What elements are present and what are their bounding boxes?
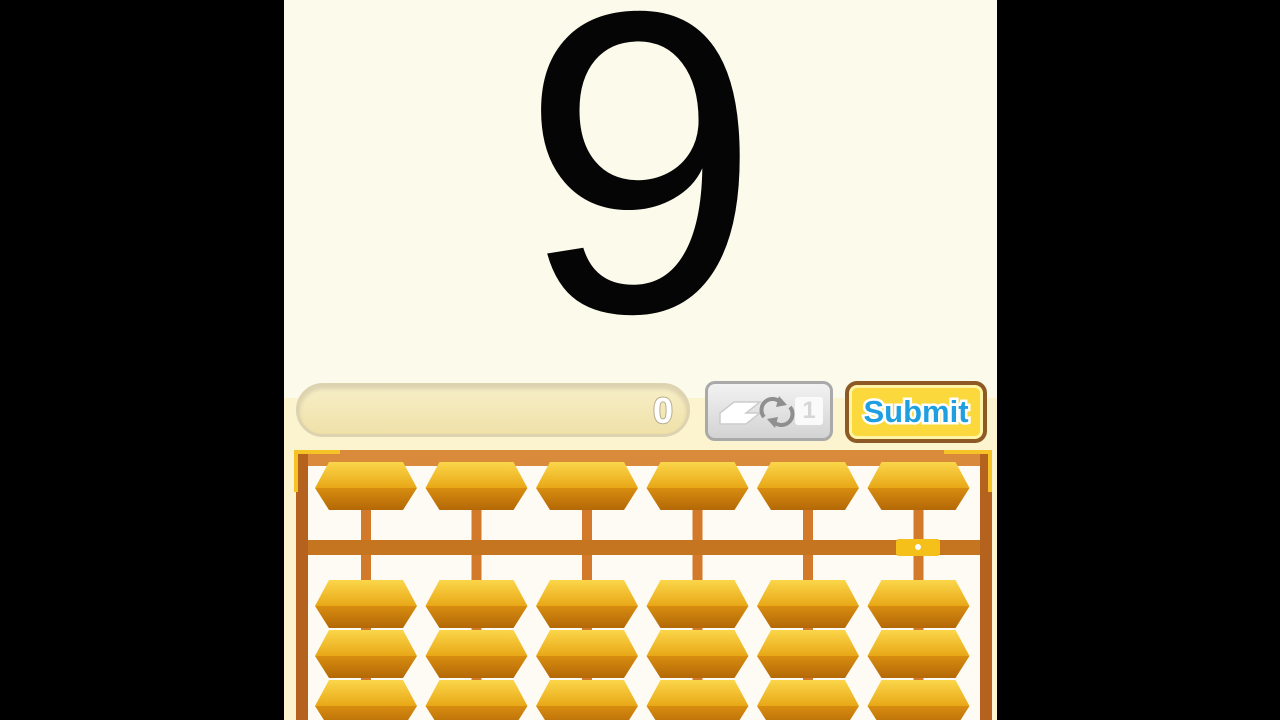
heaven-bead[interactable] xyxy=(425,462,528,510)
reset-count: 1 xyxy=(795,397,823,425)
heaven-bead[interactable] xyxy=(536,462,638,510)
heaven-bead[interactable] xyxy=(757,462,859,510)
earth-bead[interactable] xyxy=(757,680,859,720)
earth-bead[interactable] xyxy=(536,680,638,720)
earth-bead[interactable] xyxy=(867,680,970,720)
earth-bead[interactable] xyxy=(425,630,528,678)
unit-dot xyxy=(915,544,921,550)
earth-bead[interactable] xyxy=(867,580,970,628)
heaven-bead[interactable] xyxy=(867,462,970,510)
earth-bead[interactable] xyxy=(757,630,859,678)
earth-bead[interactable] xyxy=(425,580,528,628)
answer-display: 0 xyxy=(296,383,690,437)
earth-bead[interactable] xyxy=(536,630,638,678)
abacus xyxy=(294,450,992,720)
game-screen: 9 0 1 Submit xyxy=(284,0,997,720)
submit-button[interactable]: Submit xyxy=(845,381,987,443)
abacus-beam xyxy=(308,540,980,555)
answer-value: 0 xyxy=(652,389,674,432)
earth-bead[interactable] xyxy=(867,630,970,678)
submit-label: Submit xyxy=(861,392,971,432)
earth-bead[interactable] xyxy=(757,580,859,628)
earth-bead[interactable] xyxy=(315,580,417,628)
earth-bead[interactable] xyxy=(315,680,417,720)
earth-bead[interactable] xyxy=(425,680,528,720)
earth-bead[interactable] xyxy=(646,680,749,720)
earth-bead[interactable] xyxy=(315,630,417,678)
target-number: 9 xyxy=(520,0,761,403)
reset-button[interactable]: 1 xyxy=(705,381,833,441)
earth-bead[interactable] xyxy=(646,630,749,678)
earth-bead[interactable] xyxy=(536,580,638,628)
heaven-bead[interactable] xyxy=(646,462,749,510)
heaven-bead[interactable] xyxy=(315,462,417,510)
earth-bead[interactable] xyxy=(646,580,749,628)
